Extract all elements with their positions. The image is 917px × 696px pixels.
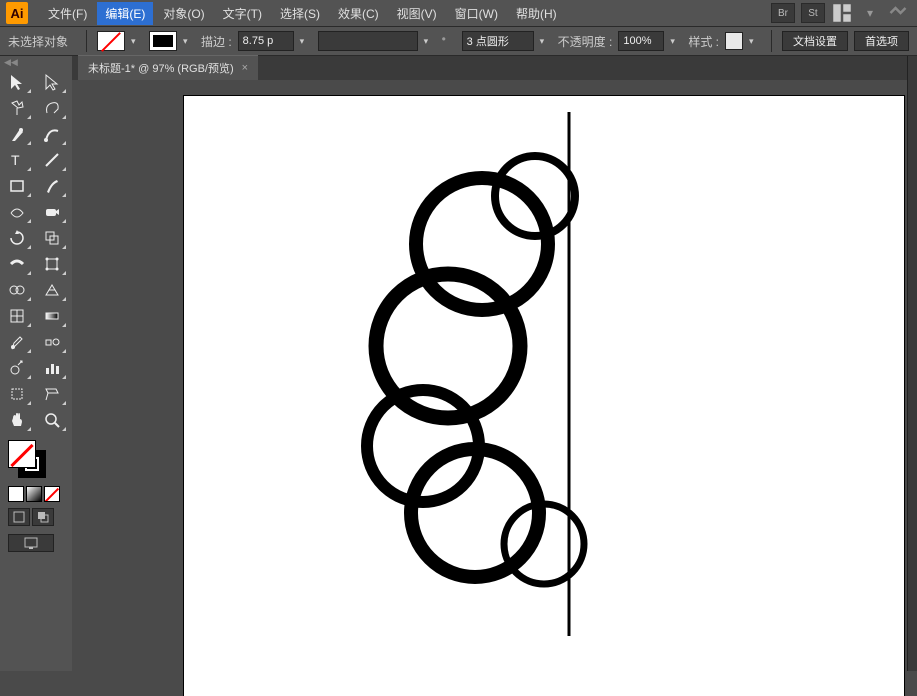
artboard[interactable] bbox=[184, 96, 904, 696]
workspace: ◀◀ T 未标题-1* @ 97% (RGB/预 bbox=[0, 56, 917, 671]
menu-edit[interactable]: 编辑(E) bbox=[97, 2, 153, 25]
opacity-dropdown-icon[interactable]: ▾ bbox=[670, 36, 682, 47]
rectangle-tool[interactable] bbox=[2, 174, 32, 198]
stroke-weight-input[interactable] bbox=[238, 31, 294, 51]
stroke-label: 描边 : bbox=[201, 33, 232, 50]
zoom-tool[interactable] bbox=[37, 408, 67, 432]
stroke-swatch[interactable] bbox=[149, 31, 177, 51]
menu-select[interactable]: 选择(S) bbox=[272, 2, 328, 25]
slice-tool[interactable] bbox=[37, 382, 67, 406]
profile-dropdown-icon[interactable]: ▾ bbox=[424, 36, 436, 47]
type-tool[interactable]: T bbox=[2, 148, 32, 172]
menu-file[interactable]: 文件(F) bbox=[40, 2, 95, 25]
arrange-documents-icon[interactable] bbox=[832, 4, 852, 22]
draw-normal-button[interactable] bbox=[8, 508, 30, 526]
fill-swatch[interactable] bbox=[97, 31, 125, 51]
scale-tool[interactable] bbox=[37, 226, 67, 250]
menu-bar: Ai 文件(F) 编辑(E) 对象(O) 文字(T) 选择(S) 效果(C) 视… bbox=[0, 0, 917, 26]
fill-color-swatch[interactable] bbox=[8, 440, 36, 468]
column-graph-tool[interactable] bbox=[37, 356, 67, 380]
width-tool[interactable] bbox=[2, 252, 32, 276]
tools-panel: ◀◀ T bbox=[0, 56, 72, 671]
menu-window[interactable]: 窗口(W) bbox=[447, 2, 506, 25]
menu-effect[interactable]: 效果(C) bbox=[330, 2, 387, 25]
app-logo: Ai bbox=[6, 2, 28, 24]
document-tab-bar: 未标题-1* @ 97% (RGB/预览) × bbox=[72, 56, 917, 80]
stock-button[interactable]: St bbox=[801, 3, 825, 23]
menu-object[interactable]: 对象(O) bbox=[155, 2, 212, 25]
direct-selection-tool[interactable] bbox=[37, 70, 67, 94]
screen-mode-button[interactable] bbox=[8, 534, 54, 552]
chevron-down-icon[interactable]: ▾ bbox=[860, 4, 880, 22]
style-label: 样式 : bbox=[688, 33, 719, 50]
eyedropper-tool[interactable] bbox=[2, 330, 32, 354]
gradient-mode-button[interactable] bbox=[26, 486, 42, 502]
opacity-input[interactable] bbox=[618, 31, 664, 51]
shape-builder-tool[interactable] bbox=[2, 278, 32, 302]
document-setup-button[interactable]: 文档设置 bbox=[782, 31, 848, 51]
blend-tool[interactable] bbox=[37, 330, 67, 354]
pen-tool[interactable] bbox=[2, 122, 32, 146]
draw-behind-button[interactable] bbox=[32, 508, 54, 526]
symbol-sprayer-tool[interactable] bbox=[2, 356, 32, 380]
graphic-style-swatch[interactable] bbox=[725, 32, 743, 50]
magic-wand-tool[interactable] bbox=[2, 96, 32, 120]
document-tab[interactable]: 未标题-1* @ 97% (RGB/预览) × bbox=[78, 55, 258, 80]
style-dropdown-icon[interactable]: ▾ bbox=[749, 36, 761, 47]
selection-tool[interactable] bbox=[2, 70, 32, 94]
brush-bullet-icon: • bbox=[442, 32, 456, 50]
brush-dropdown-icon[interactable]: ▾ bbox=[540, 36, 552, 47]
document-area: 未标题-1* @ 97% (RGB/预览) × bbox=[72, 56, 917, 671]
close-tab-icon[interactable]: × bbox=[242, 62, 248, 74]
bridge-button[interactable]: Br bbox=[771, 3, 795, 23]
line-segment-tool[interactable] bbox=[37, 148, 67, 172]
menu-view[interactable]: 视图(V) bbox=[389, 2, 445, 25]
selection-status: 未选择对象 bbox=[8, 33, 76, 50]
gpu-icon[interactable] bbox=[888, 4, 908, 22]
collapsed-panel-dock[interactable] bbox=[907, 56, 917, 671]
svg-text:T: T bbox=[11, 152, 20, 168]
gradient-tool[interactable] bbox=[37, 304, 67, 328]
lasso-tool[interactable] bbox=[37, 96, 67, 120]
document-tab-title: 未标题-1* @ 97% (RGB/预览) bbox=[88, 60, 234, 76]
color-mode-button[interactable] bbox=[8, 486, 24, 502]
menu-type[interactable]: 文字(T) bbox=[215, 2, 270, 25]
stroke-weight-dropdown-icon[interactable]: ▾ bbox=[300, 36, 312, 47]
free-transform-tool[interactable] bbox=[37, 252, 67, 276]
perspective-grid-tool[interactable] bbox=[37, 278, 67, 302]
canvas[interactable] bbox=[72, 80, 917, 696]
paintbrush-tool[interactable] bbox=[37, 174, 67, 198]
hand-tool[interactable] bbox=[2, 408, 32, 432]
opacity-label: 不透明度 : bbox=[558, 33, 613, 50]
fill-dropdown-icon[interactable]: ▾ bbox=[131, 36, 143, 47]
menu-help[interactable]: 帮助(H) bbox=[508, 2, 565, 25]
color-tools bbox=[0, 434, 72, 560]
none-mode-button[interactable] bbox=[44, 486, 60, 502]
preferences-button[interactable]: 首选项 bbox=[854, 31, 909, 51]
eraser-tool[interactable] bbox=[37, 200, 67, 224]
curvature-tool[interactable] bbox=[37, 122, 67, 146]
brush-definition-input[interactable] bbox=[462, 31, 534, 51]
variable-width-profile[interactable] bbox=[318, 31, 418, 51]
shaper-tool[interactable] bbox=[2, 200, 32, 224]
artboard-tool[interactable] bbox=[2, 382, 32, 406]
stroke-dropdown-icon[interactable]: ▾ bbox=[183, 36, 195, 47]
control-bar: 未选择对象 ▾ ▾ 描边 : ▾ ▾ • ▾ 不透明度 : ▾ 样式 : ▾ 文… bbox=[0, 26, 917, 56]
rotate-tool[interactable] bbox=[2, 226, 32, 250]
panel-collapse-icon[interactable]: ◀◀ bbox=[0, 56, 72, 68]
mesh-tool[interactable] bbox=[2, 304, 32, 328]
